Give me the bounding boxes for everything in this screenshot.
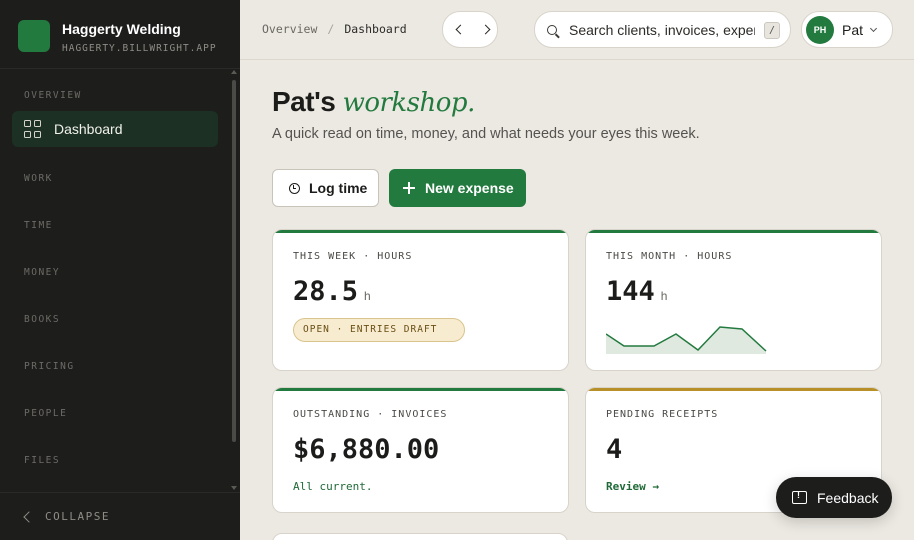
title-prefix: Pat's: [272, 86, 343, 117]
page-subtitle: A quick read on time, money, and what ne…: [272, 126, 700, 142]
receipts-count: 4: [606, 434, 623, 465]
page-title: Pat's workshop.: [272, 86, 475, 118]
title-accent: workshop.: [342, 88, 476, 118]
forward-arrow-icon[interactable]: [480, 24, 491, 35]
user-menu[interactable]: PH Pat: [801, 11, 893, 48]
month-hours-value: 144: [606, 276, 655, 307]
nav-section-time[interactable]: TIME: [24, 220, 53, 231]
feedback-button[interactable]: Feedback: [776, 477, 892, 518]
outstanding-invoices-card[interactable]: OUTSTANDING · INVOICES $6,880.00 All cur…: [272, 387, 569, 513]
nav-section-files[interactable]: FILES: [24, 455, 60, 466]
dashboard-grid-icon: [24, 120, 42, 138]
card-title: THIS WEEK · HOURS: [293, 251, 413, 262]
card-value: 28.5 h: [293, 276, 371, 307]
search-input[interactable]: Search clients, invoices, expenses…: [569, 22, 755, 38]
topbar: Overview / Dashboard Search clients, inv…: [240, 0, 914, 60]
nav-section-work[interactable]: WORK: [24, 173, 53, 184]
week-hours-value: 28.5: [293, 276, 359, 307]
card-title: THIS MONTH · HOURS: [606, 251, 733, 262]
unit-label: h: [660, 289, 668, 303]
new-expense-button[interactable]: New expense: [389, 169, 526, 207]
card-accent-bar: [273, 230, 568, 233]
collapse-button[interactable]: COLLAPSE: [0, 492, 240, 540]
sidebar-divider: [0, 68, 240, 69]
nav-section-pricing[interactable]: PRICING: [24, 361, 75, 372]
new-expense-label: New expense: [425, 180, 514, 196]
collapse-label: COLLAPSE: [45, 510, 110, 523]
avatar: PH: [806, 15, 834, 44]
clock-icon: [289, 182, 300, 194]
breadcrumb-current: Dashboard: [344, 22, 407, 36]
card-accent-bar: [586, 388, 881, 391]
plus-icon: [403, 182, 415, 194]
brand-name: Haggerty Welding: [62, 21, 181, 37]
brand-url: HAGGERTY.BILLWRIGHT.APP: [62, 43, 217, 54]
brand[interactable]: Haggerty Welding HAGGERTY.BILLWRIGHT.APP: [18, 20, 217, 54]
card-title: OUTSTANDING · INVOICES: [293, 409, 448, 420]
brand-logo: [18, 20, 50, 52]
user-name: Pat: [842, 21, 864, 38]
feedback-icon: [792, 490, 807, 504]
log-time-button[interactable]: Log time: [272, 169, 379, 207]
next-card: [272, 533, 568, 540]
hours-sparkline: [606, 326, 767, 354]
history-nav: [442, 11, 498, 48]
back-arrow-icon[interactable]: [455, 24, 466, 35]
feedback-label: Feedback: [817, 489, 879, 506]
chevron-left-icon: [23, 510, 35, 523]
week-hours-card[interactable]: THIS WEEK · HOURS 28.5 h OPEN · ENTRIES D…: [272, 229, 569, 371]
outstanding-value: $6,880.00: [293, 434, 440, 465]
sidebar-scrollbar[interactable]: [232, 80, 236, 442]
log-time-label: Log time: [309, 180, 368, 196]
nav-section-overview[interactable]: OVERVIEW: [24, 90, 82, 101]
card-title: PENDING RECEIPTS: [606, 409, 719, 420]
unit-label: h: [364, 289, 371, 303]
scroll-up-icon[interactable]: [231, 70, 237, 74]
nav-section-money[interactable]: MONEY: [24, 267, 60, 278]
card-value: 144 h: [606, 276, 667, 307]
breadcrumb: Overview / Dashboard: [262, 22, 407, 36]
sidebar-item-dashboard[interactable]: Dashboard: [12, 111, 218, 147]
card-accent-bar: [273, 388, 568, 391]
search-box[interactable]: Search clients, invoices, expenses… /: [534, 11, 791, 48]
outstanding-status: All current.: [293, 480, 373, 493]
status-badge: OPEN · ENTRIES DRAFT: [293, 318, 465, 342]
sidebar: Haggerty Welding HAGGERTY.BILLWRIGHT.APP…: [0, 0, 240, 540]
breadcrumb-separator: /: [327, 22, 335, 36]
nav-section-books[interactable]: BOOKS: [24, 314, 60, 325]
chevron-down-icon: [869, 24, 878, 32]
scroll-down-icon[interactable]: [231, 486, 237, 490]
sidebar-item-label: Dashboard: [54, 121, 123, 137]
card-accent-bar: [586, 230, 881, 233]
nav-section-people[interactable]: PEOPLE: [24, 408, 67, 419]
month-hours-card[interactable]: THIS MONTH · HOURS 144 h: [585, 229, 882, 371]
search-shortcut-key: /: [764, 22, 780, 39]
search-icon: [547, 24, 557, 35]
breadcrumb-overview[interactable]: Overview: [262, 22, 317, 36]
review-link[interactable]: Review →: [606, 480, 659, 493]
